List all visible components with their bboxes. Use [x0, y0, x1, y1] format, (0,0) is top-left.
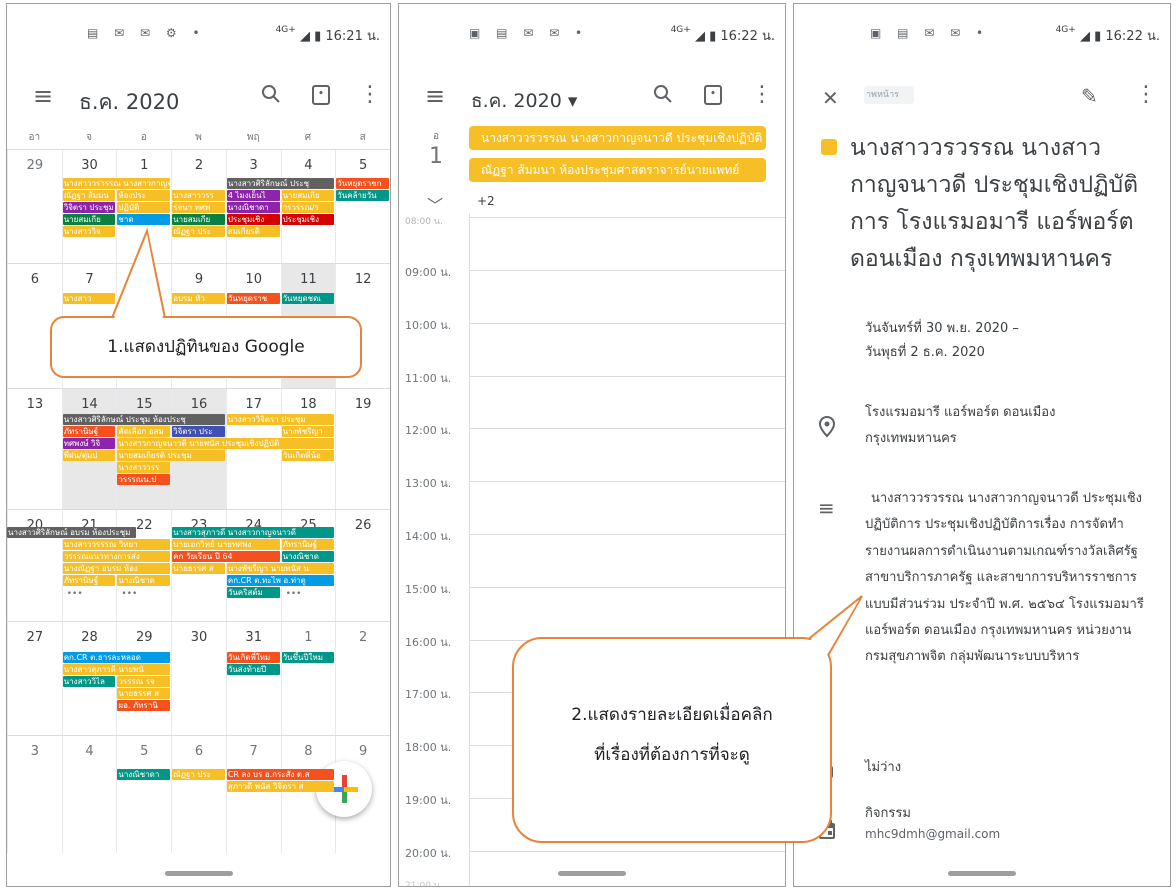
- callout-pointer-2-mask: [778, 600, 859, 667]
